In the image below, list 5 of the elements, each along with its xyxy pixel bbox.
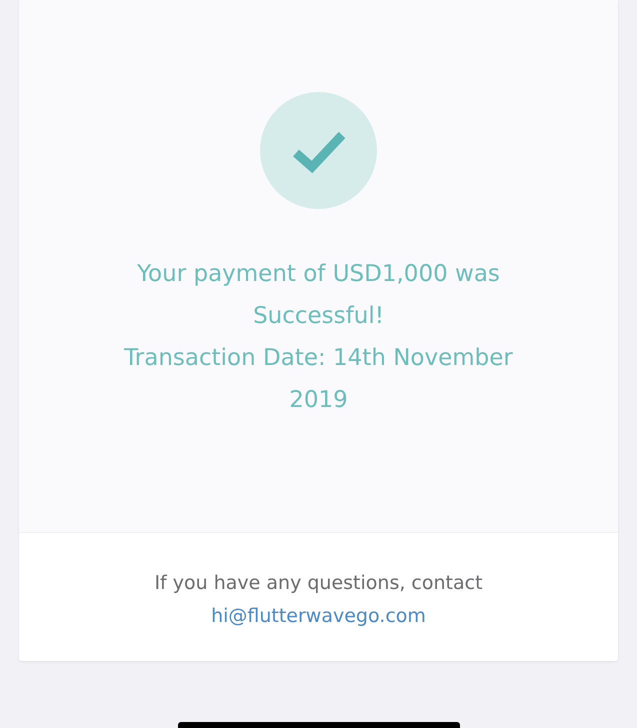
home-indicator[interactable] <box>178 722 460 728</box>
payment-message: Your payment of USD1,000 was Successful! <box>136 260 501 331</box>
payment-message: Transaction Date: 14th November 2019 <box>123 344 514 415</box>
contact-text: If you have any questions, contact <box>154 571 483 596</box>
email-link[interactable]: hi@flutterwavego.com <box>211 600 426 633</box>
